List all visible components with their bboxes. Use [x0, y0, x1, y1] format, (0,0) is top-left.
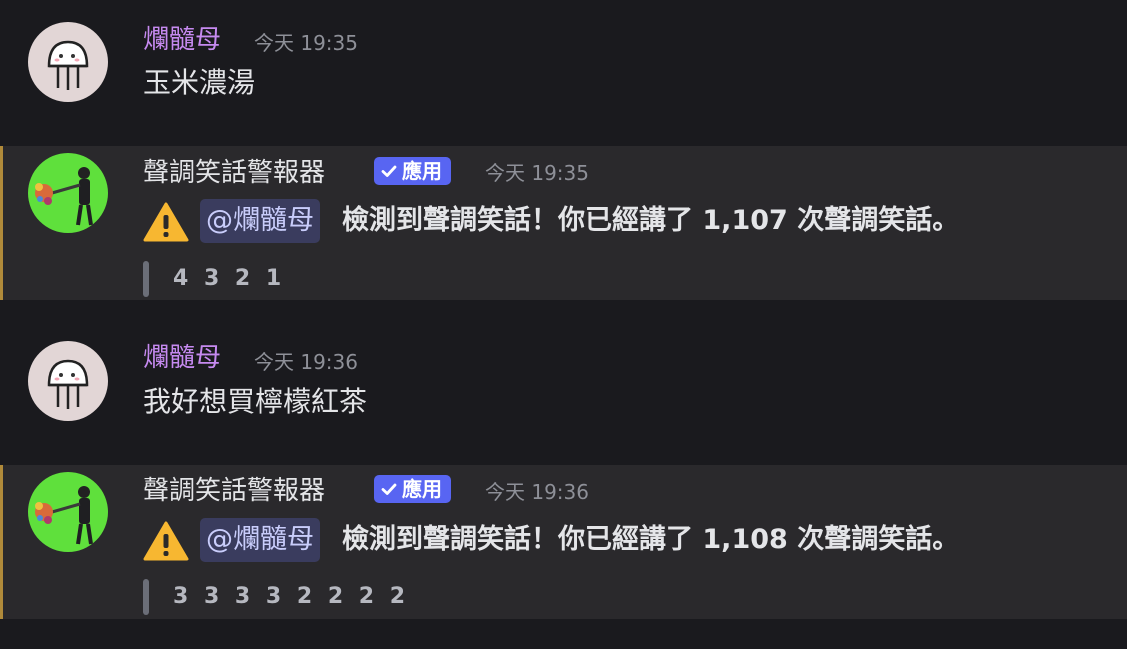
app-badge: 應用 [374, 475, 451, 503]
warning-icon [143, 202, 189, 242]
message-text: 玉米濃湯 [143, 66, 256, 99]
quote-bar [143, 579, 149, 615]
user-mention[interactable]: @爛髓母 [200, 199, 320, 243]
author-name[interactable]: 爛髓母 [143, 342, 221, 374]
alert-text: 檢測到聲調笑話！你已經講了 1,108 次聲調笑話。 [342, 524, 960, 555]
jellyfish-avatar-icon[interactable] [28, 341, 108, 421]
warning-icon [143, 521, 189, 561]
timestamp: 今天 19:35 [485, 161, 589, 185]
message-item: 爛髓母 今天 19:36 我好想買檸檬紅茶 [0, 320, 1127, 462]
timestamp: 今天 19:36 [254, 350, 358, 374]
badge-label: 應用 [402, 477, 442, 501]
check-icon [381, 165, 397, 177]
quote-bar [143, 261, 149, 297]
quote-text: 4 3 2 1 [173, 266, 286, 291]
author-name[interactable]: 爛髓母 [143, 24, 221, 56]
bot-avatar-icon[interactable] [28, 472, 108, 552]
message-item-highlighted: 聲調笑話警報器 應用 今天 19:36 @爛髓母 檢測到聲調笑話！你已經講了 1… [0, 465, 1127, 619]
app-badge: 應用 [374, 157, 451, 185]
badge-label: 應用 [402, 159, 442, 183]
quote-text: 3 3 3 3 2 2 2 2 [173, 584, 410, 609]
chat-log: 爛髓母 今天 19:35 玉米濃湯 聲調笑話警報器 應用 今天 19:35 @爛… [0, 0, 1127, 649]
user-mention[interactable]: @爛髓母 [200, 518, 320, 562]
author-name[interactable]: 聲調笑話警報器 [143, 475, 325, 507]
author-name[interactable]: 聲調笑話警報器 [143, 157, 325, 189]
message-item: 爛髓母 今天 19:35 玉米濃湯 [0, 0, 1127, 142]
timestamp: 今天 19:36 [485, 480, 589, 504]
alert-text: 檢測到聲調笑話！你已經講了 1,107 次聲調笑話。 [342, 205, 960, 236]
timestamp: 今天 19:35 [254, 31, 358, 55]
message-text: 我好想買檸檬紅茶 [143, 385, 368, 418]
jellyfish-avatar-icon[interactable] [28, 22, 108, 102]
bot-avatar-icon[interactable] [28, 153, 108, 233]
message-item-highlighted: 聲調笑話警報器 應用 今天 19:35 @爛髓母 檢測到聲調笑話！你已經講了 1… [0, 146, 1127, 300]
check-icon [381, 483, 397, 495]
